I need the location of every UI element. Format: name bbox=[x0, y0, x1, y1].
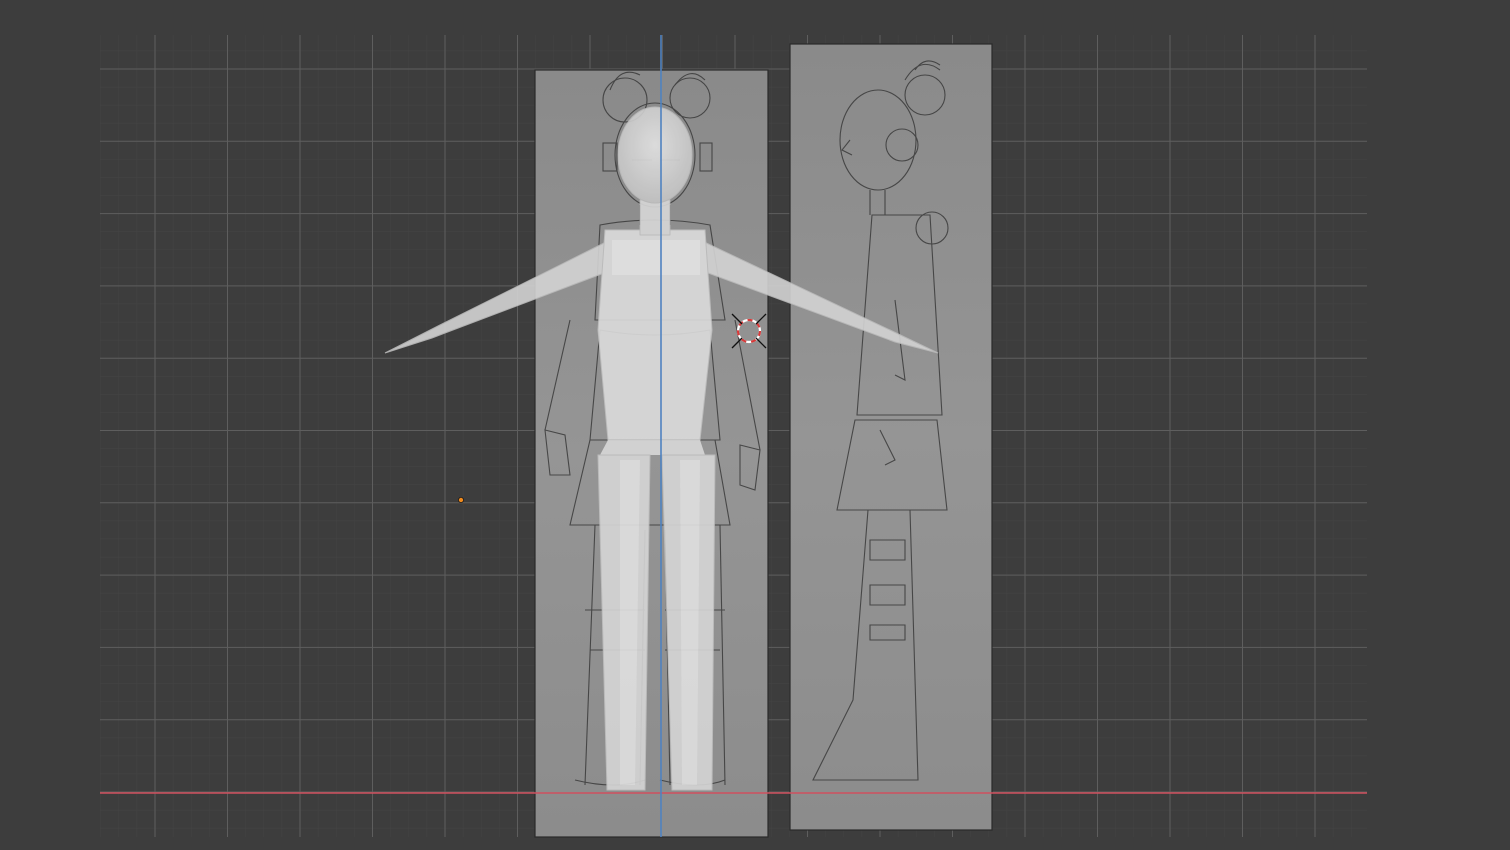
side-reference-image[interactable] bbox=[789, 43, 993, 831]
viewport-scene[interactable] bbox=[0, 0, 1510, 850]
3d-viewport[interactable] bbox=[0, 0, 1510, 850]
object-origin-dot[interactable] bbox=[457, 496, 464, 503]
